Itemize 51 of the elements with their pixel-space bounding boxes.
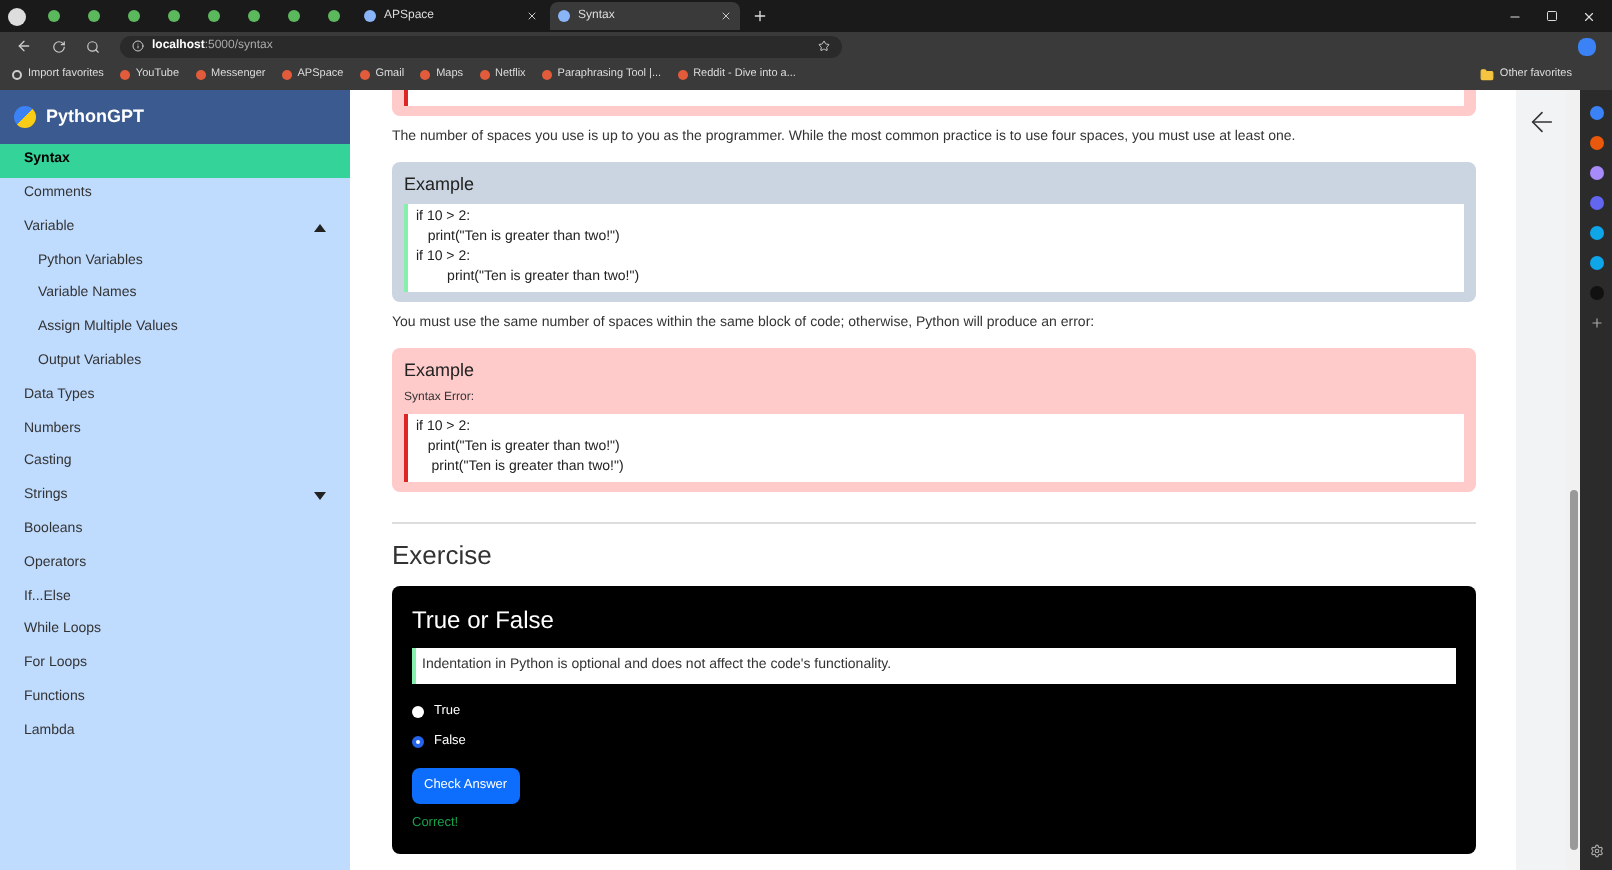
tab-favicon-icon xyxy=(288,10,300,22)
scrollbar[interactable] xyxy=(1566,90,1580,870)
bookmark-favicon-icon xyxy=(281,70,292,80)
bookmark-favicon-icon xyxy=(541,70,552,80)
caret-down-icon xyxy=(314,492,326,501)
radio-button[interactable] xyxy=(412,705,424,717)
app-title: PythonGPT xyxy=(46,103,144,130)
tab-favicon-icon xyxy=(128,10,140,22)
tab-favicon-icon xyxy=(558,10,570,22)
bookmark-favicon-icon xyxy=(479,70,490,80)
radio-button[interactable] xyxy=(412,735,424,747)
quiz-title: True or False xyxy=(412,603,556,637)
example-title: Example xyxy=(404,357,477,384)
bookmark-favicon-icon xyxy=(119,70,130,80)
side-app-icon[interactable] xyxy=(1589,226,1603,240)
info-icon xyxy=(132,40,144,52)
profile-icon[interactable] xyxy=(8,7,26,25)
restore-icon[interactable] xyxy=(1546,10,1558,22)
tab-favicon-icon xyxy=(248,10,260,22)
section-heading: Exercise xyxy=(392,538,494,574)
close-icon[interactable] xyxy=(720,10,732,22)
side-app-icon[interactable] xyxy=(1589,106,1603,120)
tab-favicon-icon xyxy=(168,10,180,22)
reload-icon[interactable] xyxy=(52,39,66,53)
favorite-icon[interactable] xyxy=(817,40,829,52)
bookmark-favicon-icon xyxy=(677,70,688,80)
side-app-icon[interactable] xyxy=(1589,136,1603,150)
new-tab-icon[interactable] xyxy=(752,8,768,24)
back-icon[interactable] xyxy=(16,38,32,54)
side-app-icon[interactable] xyxy=(1589,196,1603,210)
side-app-icon[interactable] xyxy=(1589,256,1603,270)
bookmark-favicon-icon xyxy=(195,70,206,80)
add-icon[interactable] xyxy=(1589,316,1603,330)
tab-favicon-icon xyxy=(328,10,340,22)
side-app-icon[interactable] xyxy=(1589,166,1603,180)
bookmark-favicon-icon xyxy=(12,70,22,80)
tab-favicon-icon xyxy=(364,10,376,22)
search-icon[interactable] xyxy=(86,39,100,53)
example-title: Example xyxy=(404,171,477,198)
python-logo-icon xyxy=(14,106,36,128)
tab-favicon-icon xyxy=(48,10,60,22)
copilot-icon[interactable] xyxy=(1578,37,1596,55)
tab-favicon-icon xyxy=(208,10,220,22)
caret-up-icon xyxy=(314,223,326,232)
bookmark-favicon-icon xyxy=(359,70,370,80)
bookmark-favicon-icon xyxy=(420,70,431,80)
close-icon[interactable] xyxy=(526,10,538,22)
folder-icon xyxy=(1479,68,1494,82)
settings-icon[interactable] xyxy=(1589,844,1603,858)
close-window-icon[interactable] xyxy=(1582,9,1596,23)
tab-favicon-icon xyxy=(88,10,100,22)
